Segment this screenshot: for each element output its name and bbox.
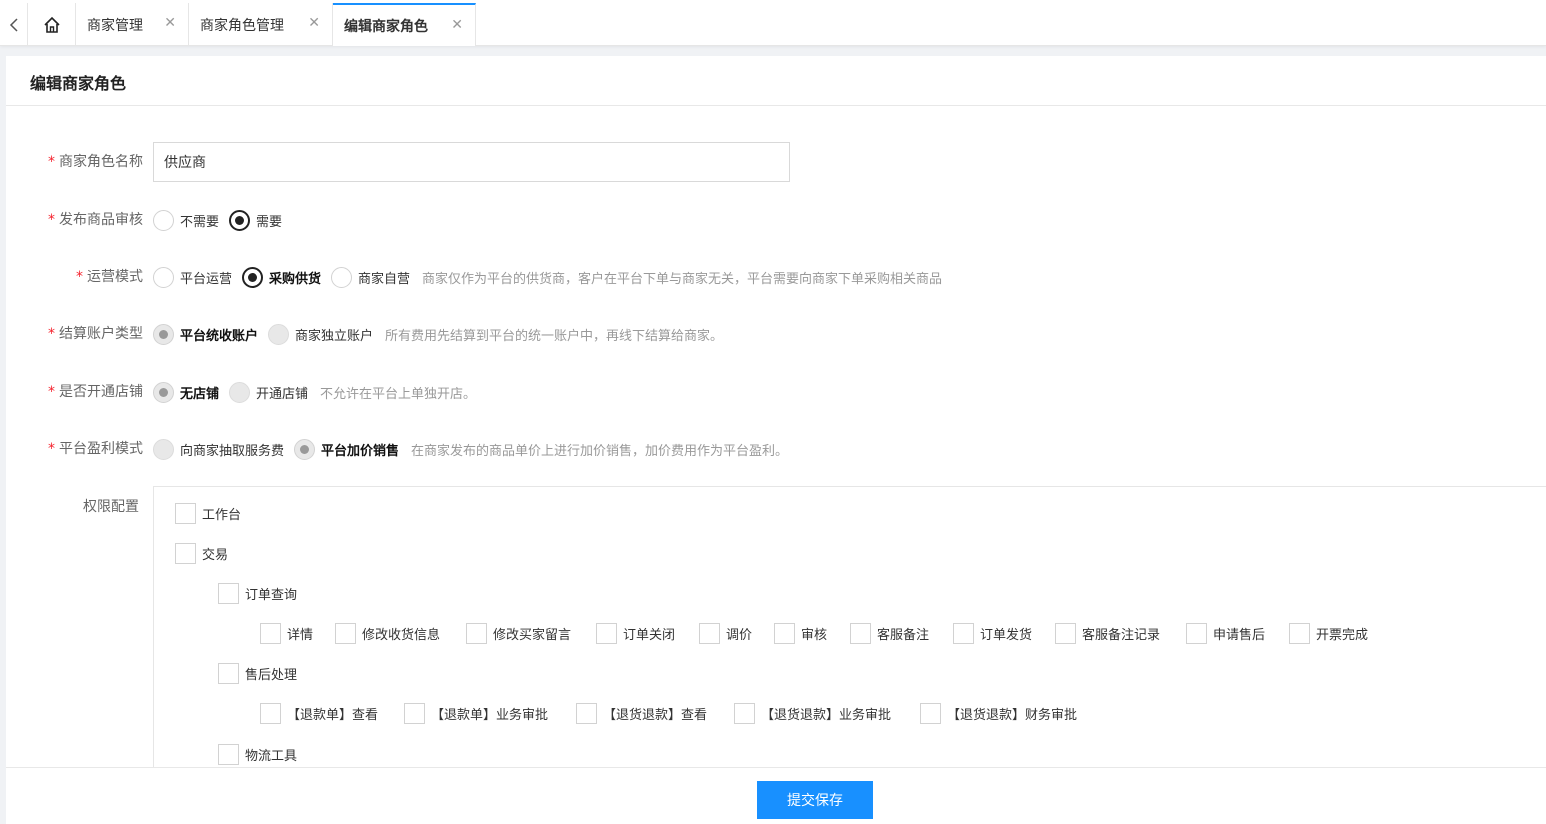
- radio-platform-account: 平台统收账户: [153, 323, 258, 345]
- required-mark: *: [76, 269, 83, 285]
- submit-save-button[interactable]: 提交保存: [757, 781, 873, 819]
- radio-markup-sales: 平台加价销售: [294, 438, 399, 460]
- tab-merchant-management[interactable]: 商家管理 ✕: [76, 3, 189, 46]
- radio-service-fee: 向商家抽取服务费: [153, 438, 284, 460]
- row-profit: * 平台盈利模式 向商家抽取服务费 平台加价销售 在商家发布的商品单价上进行加价销…: [6, 429, 1546, 469]
- form-footer: 提交保存: [6, 767, 1546, 824]
- permissions-tree[interactable]: 工作台 交易 订单查询 详情 修改收货信息 修改买家留言 订单关闭 调价 审核 …: [153, 486, 1546, 768]
- permissions-label: 权限配置: [83, 499, 139, 515]
- radio-review-yes[interactable]: 需要: [229, 209, 282, 231]
- radio-purchase-supply[interactable]: 采购供货: [242, 266, 321, 288]
- close-icon[interactable]: ✕: [164, 15, 176, 31]
- checkbox-return-view[interactable]: 【退货退款】查看: [576, 703, 707, 724]
- checkbox-refund-approve[interactable]: 【退款单】业务审批: [404, 703, 548, 724]
- row-operation: * 运营模式 平台运营 采购供货 商家自营 商家仅作为平台的供货商，客户在平台下单…: [6, 257, 1546, 297]
- page-title: 编辑商家角色: [30, 74, 127, 93]
- radio-open-store: 开通店铺: [229, 381, 308, 403]
- profit-hint: 在商家发布的商品单价上进行加价销售，加价费用作为平台盈利。: [411, 443, 789, 459]
- field-label: * 发布商品审核: [48, 212, 143, 228]
- tab-label: 商家管理: [87, 17, 143, 34]
- required-mark: *: [48, 441, 55, 457]
- radio-self-operated[interactable]: 商家自营: [331, 266, 410, 288]
- tab-edit-merchant-role[interactable]: 编辑商家角色 ✕: [333, 3, 476, 46]
- title-divider: [6, 105, 1546, 106]
- checkbox-service-note[interactable]: 客服备注: [850, 623, 929, 644]
- checkbox-ship-order[interactable]: 订单发货: [953, 623, 1032, 644]
- checkbox-review[interactable]: 审核: [774, 623, 827, 644]
- close-icon[interactable]: ✕: [308, 15, 320, 31]
- role-name-input[interactable]: [153, 142, 790, 182]
- tab-label: 商家角色管理: [200, 17, 284, 34]
- required-mark: *: [48, 154, 55, 170]
- field-label: * 结算账户类型: [48, 326, 143, 342]
- store-hint: 不允许在平台上单独开店。: [320, 386, 477, 402]
- field-label: * 商家角色名称: [48, 154, 143, 170]
- radio-review-no[interactable]: 不需要: [153, 209, 219, 231]
- settlement-hint: 所有费用先结算到平台的统一账户中，再线下结算给商家。: [385, 328, 724, 344]
- checkbox-edit-shipping-info[interactable]: 修改收货信息: [335, 623, 440, 644]
- row-review: * 发布商品审核 不需要 需要: [6, 200, 1546, 240]
- checkbox-logistics[interactable]: 物流工具: [218, 744, 297, 765]
- tab-merchant-role-management[interactable]: 商家角色管理 ✕: [189, 3, 333, 46]
- checkbox-edit-buyer-message[interactable]: 修改买家留言: [466, 623, 571, 644]
- operation-hint: 商家仅作为平台的供货商，客户在平台下单与商家无关，平台需要向商家下单采购相关商品: [422, 271, 943, 287]
- edit-panel: 编辑商家角色 *商家角色名称 *发布商品审核 不需要 需要 *运营模式 平台运营…: [6, 56, 1546, 824]
- chevron-left-icon: [9, 17, 18, 32]
- tab-label: 编辑商家角色: [344, 18, 428, 35]
- checkbox-close-order[interactable]: 订单关闭: [596, 623, 675, 644]
- checkbox-return-finance-approve[interactable]: 【退货退款】财务审批: [920, 703, 1077, 724]
- checkbox-return-approve[interactable]: 【退货退款】业务审批: [734, 703, 891, 724]
- radio-independent-account: 商家独立账户: [268, 323, 373, 345]
- checkbox-refund-view[interactable]: 【退款单】查看: [260, 703, 378, 724]
- tab-home[interactable]: [28, 3, 76, 46]
- checkbox-trade[interactable]: 交易: [175, 543, 228, 564]
- radio-platform-operated[interactable]: 平台运营: [153, 266, 232, 288]
- tab-scroll-left-button[interactable]: [0, 3, 28, 46]
- row-settlement: * 结算账户类型 平台统收账户 商家独立账户 所有费用先结算到平台的统一账户中，再…: [6, 314, 1546, 354]
- close-icon[interactable]: ✕: [451, 17, 463, 33]
- checkbox-invoice-complete[interactable]: 开票完成: [1289, 623, 1368, 644]
- home-icon: [43, 16, 60, 33]
- required-mark: *: [48, 384, 55, 400]
- required-mark: *: [48, 326, 55, 342]
- checkbox-apply-after-sale[interactable]: 申请售后: [1186, 623, 1265, 644]
- row-store: * 是否开通店铺 无店铺 开通店铺 不允许在平台上单独开店。: [6, 372, 1546, 412]
- radio-no-store: 无店铺: [153, 381, 219, 403]
- required-mark: *: [48, 212, 55, 228]
- checkbox-adjust-price[interactable]: 调价: [699, 623, 752, 644]
- field-label: * 运营模式: [76, 269, 143, 285]
- checkbox-service-note-log[interactable]: 客服备注记录: [1055, 623, 1160, 644]
- checkbox-workbench[interactable]: 工作台: [175, 503, 241, 524]
- checkbox-after-sale[interactable]: 售后处理: [218, 663, 297, 684]
- field-label: * 平台盈利模式: [48, 441, 143, 457]
- tab-bar: 商家管理 ✕ 商家角色管理 ✕ 编辑商家角色 ✕: [0, 0, 1546, 46]
- checkbox-order-query[interactable]: 订单查询: [218, 583, 297, 604]
- checkbox-order-detail[interactable]: 详情: [260, 623, 313, 644]
- row-role-name: * 商家角色名称: [6, 142, 1546, 182]
- field-label: * 是否开通店铺: [48, 384, 143, 400]
